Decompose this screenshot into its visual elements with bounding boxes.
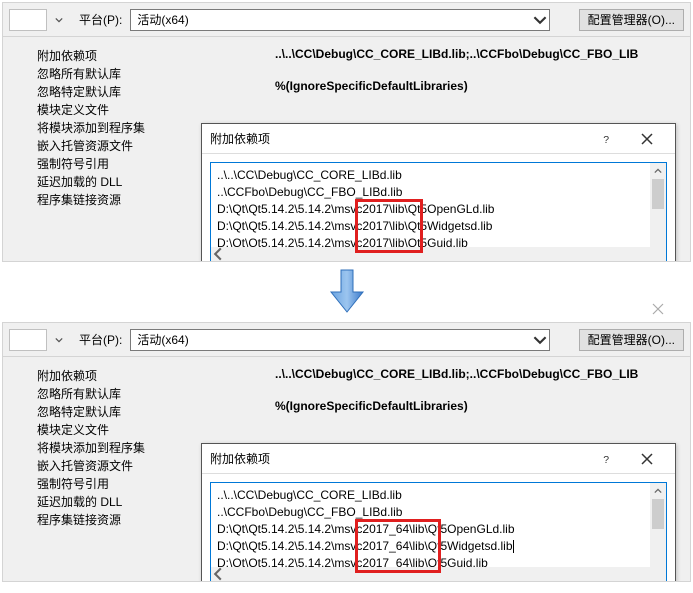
platform-select[interactable]: 活动(x64): [130, 9, 550, 31]
prop-additional-deps[interactable]: 附加依赖项: [37, 47, 275, 65]
dialog-titlebar[interactable]: 附加依赖项 ?: [202, 124, 675, 154]
text-line: D:\Qt\Qt5.14.2\5.14.2\msvc2017_64\lib\Qt…: [217, 521, 646, 538]
close-button[interactable]: [627, 125, 667, 153]
outer-close-icon[interactable]: [635, 296, 681, 322]
config-selector[interactable]: [9, 9, 47, 31]
chevron-down-icon: [533, 333, 547, 347]
help-button[interactable]: ?: [587, 125, 627, 153]
platform-value: 活动(x64): [137, 331, 188, 348]
arrow-down-icon: [0, 262, 693, 322]
toolbar: 平台(P): 活动(x64) 配置管理器(O)...: [3, 3, 690, 37]
additional-deps-value[interactable]: ..\..\CC\Debug\CC_CORE_LIBd.lib;..\CCFbo…: [275, 47, 680, 61]
horizontal-scrollbar[interactable]: [211, 567, 650, 581]
text-line: ..\..\CC\Debug\CC_CORE_LIBd.lib: [217, 487, 646, 504]
prop-module-def-file[interactable]: 模块定义文件: [37, 421, 275, 439]
prop-module-def-file[interactable]: 模块定义文件: [37, 101, 275, 119]
prop-ignore-all-default[interactable]: 忽略所有默认库: [37, 65, 275, 83]
horizontal-scrollbar[interactable]: [211, 247, 650, 261]
ignore-specific-value[interactable]: %(IgnoreSpecificDefaultLibraries): [275, 399, 680, 413]
scroll-left-icon[interactable]: [211, 567, 225, 581]
dialog-title: 附加依赖项: [210, 130, 587, 147]
text-line: D:\Qt\Qt5.14.2\5.14.2\msvc2017\lib\Qt5Op…: [217, 201, 646, 218]
text-line: D:\Qt\Qt5.14.2\5.14.2\msvc2017_64\lib\Qt…: [217, 538, 646, 555]
text-line: D:\Qt\Qt5.14.2\5.14.2\msvc2017\lib\Qt5Wi…: [217, 218, 646, 235]
ignore-specific-value[interactable]: %(IgnoreSpecificDefaultLibraries): [275, 79, 680, 93]
platform-label: 平台(P):: [79, 11, 122, 28]
prop-additional-deps[interactable]: 附加依赖项: [37, 367, 275, 385]
scroll-thumb[interactable]: [652, 179, 664, 209]
vertical-scrollbar[interactable]: [650, 483, 666, 581]
chevron-down-icon[interactable]: [51, 329, 67, 351]
toolbar: 平台(P): 活动(x64) 配置管理器(O)...: [3, 323, 690, 357]
property-values: ..\..\CC\Debug\CC_CORE_LIBd.lib;..\CCFbo…: [275, 361, 680, 413]
config-manager-button[interactable]: 配置管理器(O)...: [579, 9, 684, 31]
platform-value: 活动(x64): [137, 11, 188, 28]
dialog-title: 附加依赖项: [210, 450, 587, 467]
config-manager-label: 配置管理器(O)...: [588, 11, 675, 28]
prop-ignore-specific-default[interactable]: 忽略特定默认库: [37, 83, 275, 101]
chevron-down-icon: [533, 13, 547, 27]
prop-ignore-all-default[interactable]: 忽略所有默认库: [37, 385, 275, 403]
svg-text:?: ?: [603, 453, 609, 464]
scroll-thumb[interactable]: [652, 499, 664, 529]
text-line: ..\..\CC\Debug\CC_CORE_LIBd.lib: [217, 167, 646, 184]
text-line: ..\CCFbo\Debug\CC_FBO_LIBd.lib: [217, 184, 646, 201]
chevron-down-icon[interactable]: [51, 9, 67, 31]
dialog-titlebar[interactable]: 附加依赖项 ?: [202, 444, 675, 474]
svg-text:?: ?: [603, 133, 609, 144]
additional-deps-dialog: 附加依赖项 ? ..\..\CC\Debug\CC_CORE_LIBd.lib …: [201, 443, 676, 582]
config-selector[interactable]: [9, 329, 47, 351]
close-button[interactable]: [627, 445, 667, 473]
deps-textarea[interactable]: ..\..\CC\Debug\CC_CORE_LIBd.lib ..\CCFbo…: [210, 162, 667, 262]
config-manager-label: 配置管理器(O)...: [588, 331, 675, 348]
scroll-up-icon[interactable]: [650, 483, 666, 499]
platform-select[interactable]: 活动(x64): [130, 329, 550, 351]
property-panel-before: 平台(P): 活动(x64) 配置管理器(O)... 附加依赖项 忽略所有默认库…: [2, 2, 691, 262]
property-panel-after: 平台(P): 活动(x64) 配置管理器(O)... 附加依赖项 忽略所有默认库…: [2, 322, 691, 582]
config-manager-button[interactable]: 配置管理器(O)...: [579, 329, 684, 351]
help-button[interactable]: ?: [587, 445, 627, 473]
additional-deps-dialog: 附加依赖项 ? ..\..\CC\Debug\CC_CORE_LIBd.lib …: [201, 123, 676, 262]
scroll-up-icon[interactable]: [650, 163, 666, 179]
property-values: ..\..\CC\Debug\CC_CORE_LIBd.lib;..\CCFbo…: [275, 41, 680, 93]
additional-deps-value[interactable]: ..\..\CC\Debug\CC_CORE_LIBd.lib;..\CCFbo…: [275, 367, 680, 381]
deps-textarea[interactable]: ..\..\CC\Debug\CC_CORE_LIBd.lib ..\CCFbo…: [210, 482, 667, 582]
text-cursor: [513, 540, 514, 553]
scroll-left-icon[interactable]: [211, 247, 225, 261]
vertical-scrollbar[interactable]: [650, 163, 666, 261]
prop-ignore-specific-default[interactable]: 忽略特定默认库: [37, 403, 275, 421]
text-line: ..\CCFbo\Debug\CC_FBO_LIBd.lib: [217, 504, 646, 521]
platform-label: 平台(P):: [79, 331, 122, 348]
